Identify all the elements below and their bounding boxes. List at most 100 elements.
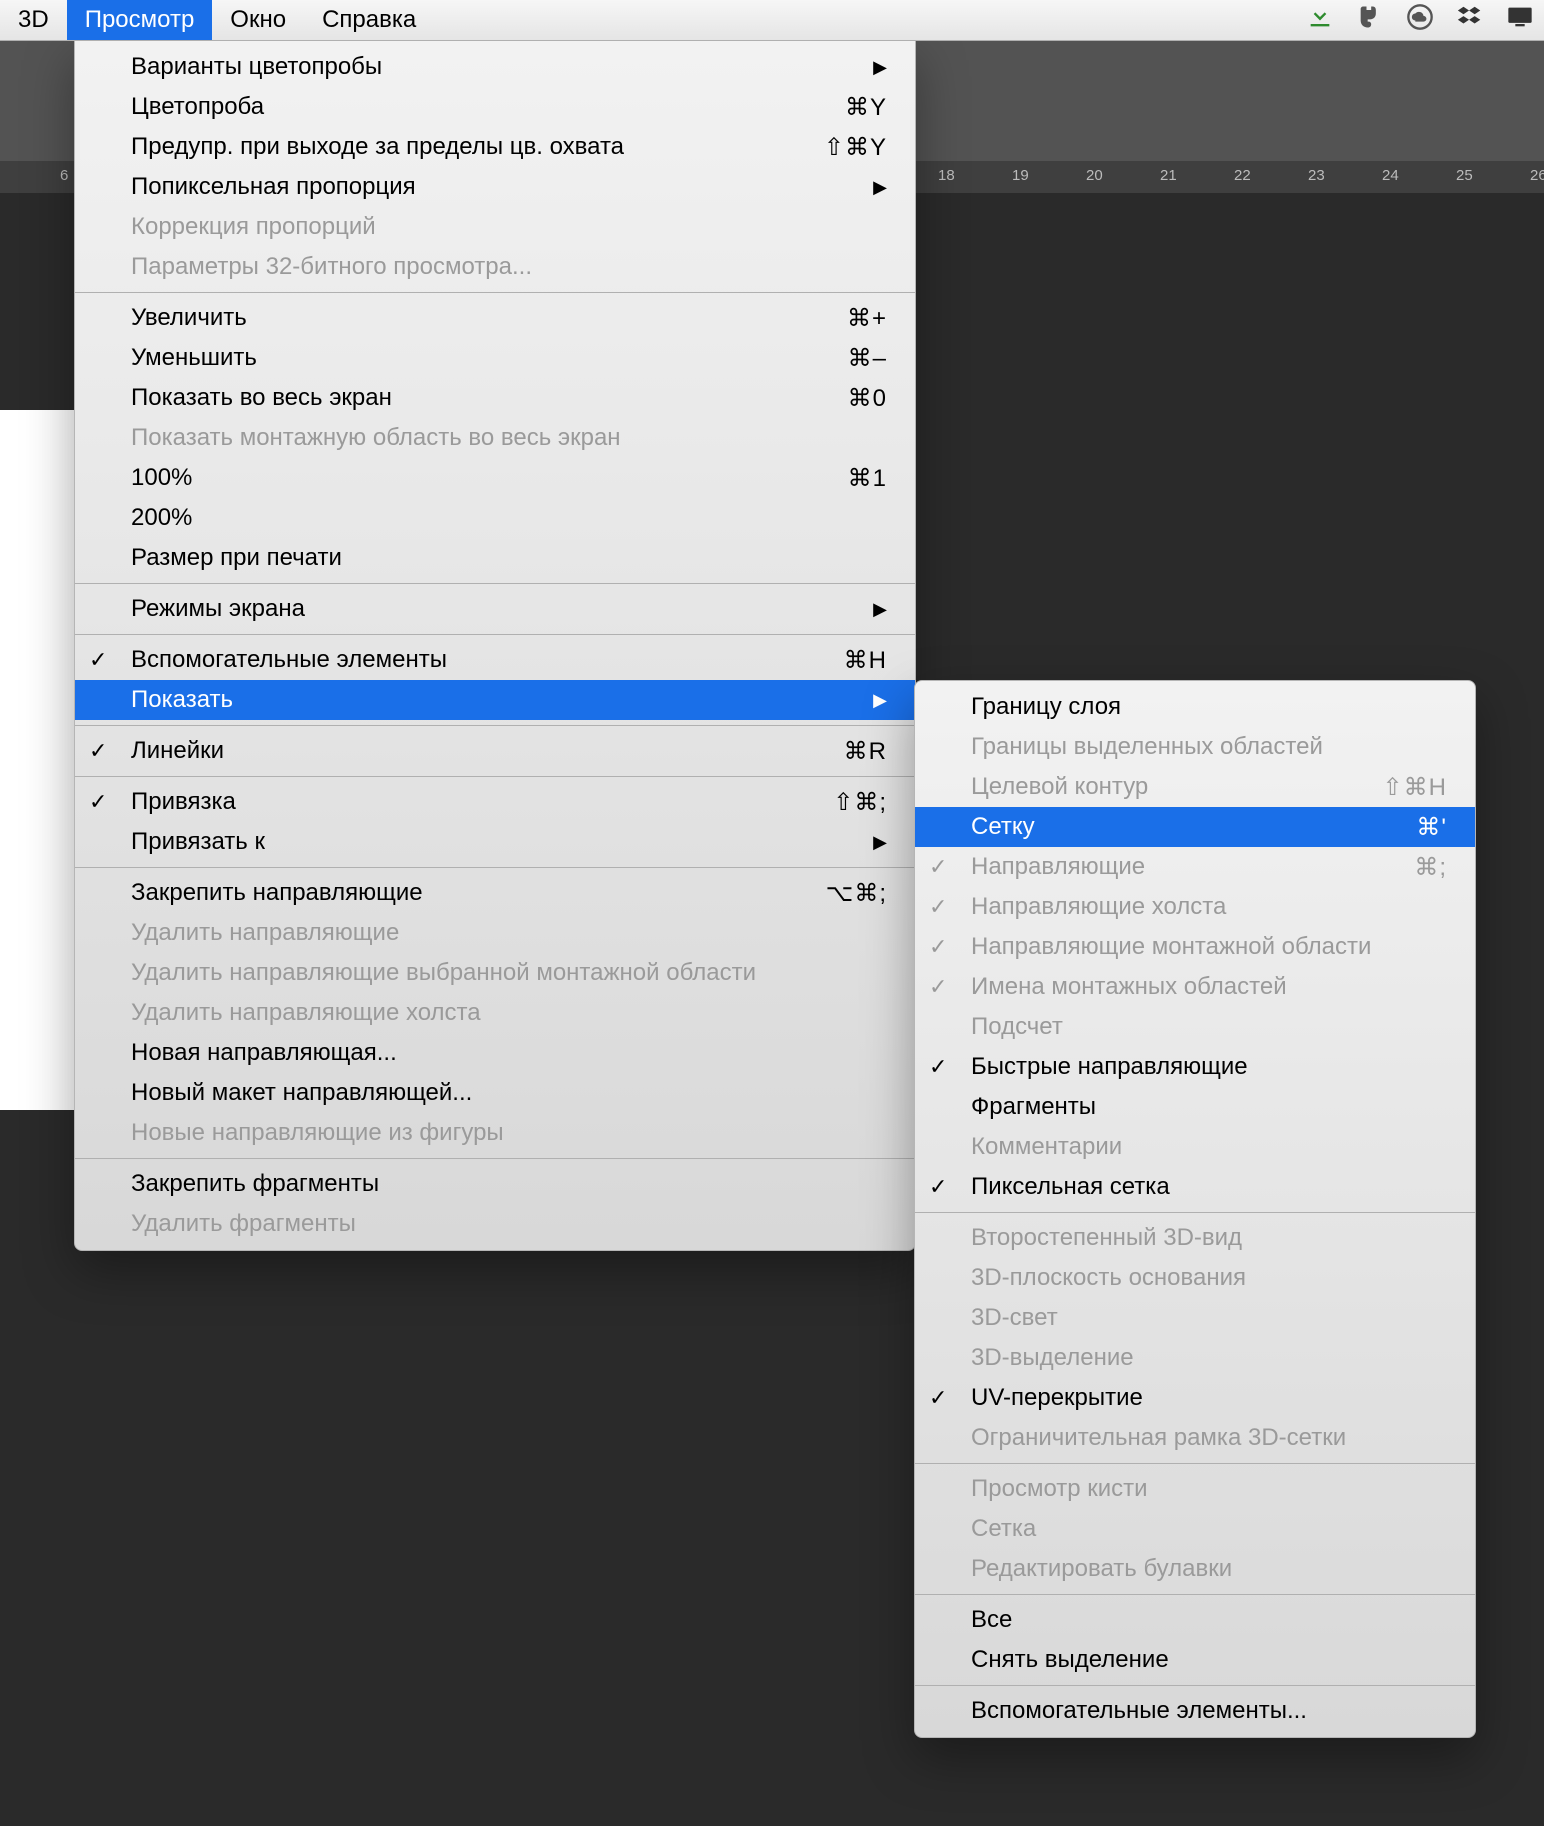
shortcut: ⌘Y (845, 93, 887, 122)
menu-item[interactable]: Снять выделение (915, 1640, 1475, 1680)
ruler-tick: 22 (1234, 167, 1251, 184)
menu-item-label: 3D-плоскость основания (971, 1264, 1447, 1292)
menu-item[interactable]: Показать во весь экран⌘0 (75, 378, 915, 418)
menu-item: Новые направляющие из фигуры (75, 1113, 915, 1153)
display-icon[interactable] (1506, 3, 1534, 38)
menu-item[interactable]: ✓ Быстрые направляющие (915, 1047, 1475, 1087)
shortcut: ⌘1 (848, 464, 887, 493)
menu-item-label: Сетку (971, 813, 1386, 841)
menu-item: Комментарии (915, 1127, 1475, 1167)
menu-item-label: Имена монтажных областей (971, 973, 1447, 1001)
creative-cloud-icon[interactable] (1406, 3, 1434, 38)
menu-item-label: Привязка (131, 788, 803, 816)
menu-item-label: Параметры 32-битного просмотра... (131, 253, 887, 281)
check-icon: ✓ (89, 789, 107, 815)
menu-item[interactable]: Закрепить направляющие⌥⌘; (75, 873, 915, 913)
menu-item[interactable]: Закрепить фрагменты (75, 1164, 915, 1204)
shortcut: ⌥⌘; (826, 879, 887, 908)
menu-item[interactable]: ✓Пиксельная сетка (915, 1167, 1475, 1207)
shortcut: ⌘– (848, 344, 887, 373)
menu-item: 3D-плоскость основания (915, 1258, 1475, 1298)
shortcut: ⇧⌘; (833, 788, 887, 817)
menu-item[interactable]: ✓ Привязка ⇧⌘; (75, 782, 915, 822)
menu-item: Ограничительная рамка 3D-сетки (915, 1418, 1475, 1458)
check-icon: ✓ (929, 1174, 947, 1200)
shortcut: ⌘' (1416, 813, 1447, 842)
menu-item[interactable]: Варианты цветопробы ▶ (75, 47, 915, 87)
menu-item: ✓ Направляющие холста (915, 887, 1475, 927)
menu-item[interactable]: Уменьшить ⌘– (75, 338, 915, 378)
check-icon: ✓ (929, 1054, 947, 1080)
check-icon: ✓ (929, 934, 947, 960)
menu-item-label: Показать во весь экран (131, 384, 818, 412)
menu-item: Коррекция пропорций (75, 207, 915, 247)
menu-view[interactable]: Просмотр (67, 0, 213, 40)
menu-item-label: Цветопроба (131, 93, 815, 121)
menu-item[interactable]: Размер при печати (75, 538, 915, 578)
shortcut: ⇧⌘Y (824, 133, 887, 162)
menu-item-label: Сетка (971, 1515, 1447, 1543)
menu-item-label: Вспомогательные элементы... (971, 1697, 1447, 1725)
menu-item: Целевой контур⇧⌘H (915, 767, 1475, 807)
menu-item-label: Размер при печати (131, 544, 887, 572)
ruler-tick: 24 (1382, 167, 1399, 184)
menu-item-label: 3D-свет (971, 1304, 1447, 1332)
menu-item[interactable]: Предупр. при выходе за пределы цв. охват… (75, 127, 915, 167)
menu-item-label: 200% (131, 504, 887, 532)
submenu-arrow-icon: ▶ (873, 599, 887, 620)
dropbox-icon[interactable] (1456, 3, 1484, 38)
menu-item[interactable]: Попиксельная пропорция ▶ (75, 167, 915, 207)
menu-item-label: Коррекция пропорций (131, 213, 887, 241)
menu-item-label: 100% (131, 464, 818, 492)
menu-help[interactable]: Справка (304, 0, 434, 40)
menu-item[interactable]: 200% (75, 498, 915, 538)
ruler-tick: 20 (1086, 167, 1103, 184)
menu-item-label: Удалить направляющие (131, 919, 887, 947)
menu-item[interactable]: Вспомогательные элементы... (915, 1691, 1475, 1731)
ruler-tick: 25 (1456, 167, 1473, 184)
menu-item-label: Предупр. при выходе за пределы цв. охват… (131, 133, 794, 161)
menubar: 3D Просмотр Окно Справка (0, 0, 1544, 41)
submenu-arrow-icon: ▶ (873, 57, 887, 78)
menu-item[interactable]: Новая направляющая... (75, 1033, 915, 1073)
menu-item: Границы выделенных областей (915, 727, 1475, 767)
menu-item-label: Целевой контур (971, 773, 1353, 801)
menu-item[interactable]: Показать▶ (75, 680, 915, 720)
menu-item[interactable]: ✓UV-перекрытие (915, 1378, 1475, 1418)
menu-item[interactable]: Границу слоя (915, 687, 1475, 727)
menu-item-label: Границы выделенных областей (971, 733, 1447, 761)
download-icon[interactable] (1306, 3, 1334, 38)
menu-item[interactable]: 100% ⌘1 (75, 458, 915, 498)
menu-item: Удалить направляющие (75, 913, 915, 953)
menu-item[interactable]: Все (915, 1600, 1475, 1640)
menu-item-label: Попиксельная пропорция (131, 173, 843, 201)
submenu-arrow-icon: ▶ (873, 832, 887, 853)
menu-item-label: Подсчет (971, 1013, 1447, 1041)
menu-item-label: Направляющие (971, 853, 1384, 881)
evernote-icon[interactable] (1356, 3, 1384, 38)
menu-item[interactable]: Цветопроба ⌘Y (75, 87, 915, 127)
menu-3d[interactable]: 3D (0, 0, 67, 40)
menu-item[interactable]: Режимы экрана▶ (75, 589, 915, 629)
submenu-arrow-icon: ▶ (873, 177, 887, 198)
menu-item-label: Варианты цветопробы (131, 53, 843, 81)
menu-item[interactable]: Сетку ⌘' (915, 807, 1475, 847)
menu-item-label: Редактировать булавки (971, 1555, 1447, 1583)
menu-item[interactable]: ✓Вспомогательные элементы⌘H (75, 640, 915, 680)
menu-window[interactable]: Окно (212, 0, 304, 40)
menu-item[interactable]: ✓Линейки⌘R (75, 731, 915, 771)
menu-item-label: Быстрые направляющие (971, 1053, 1447, 1081)
check-icon: ✓ (929, 894, 947, 920)
menu-item[interactable]: Увеличить⌘+ (75, 298, 915, 338)
check-icon: ✓ (929, 854, 947, 880)
menu-item: Сетка (915, 1509, 1475, 1549)
menu-item-label: Уменьшить (131, 344, 818, 372)
menu-item-label: Все (971, 1606, 1447, 1634)
menu-item-label: Направляющие холста (971, 893, 1447, 921)
menu-item-label: Увеличить (131, 304, 817, 332)
menu-item: 3D-выделение (915, 1338, 1475, 1378)
menu-item[interactable]: Привязать к▶ (75, 822, 915, 862)
menu-item[interactable]: Фрагменты (915, 1087, 1475, 1127)
menu-item[interactable]: Новый макет направляющей... (75, 1073, 915, 1113)
system-tray (1306, 0, 1534, 40)
